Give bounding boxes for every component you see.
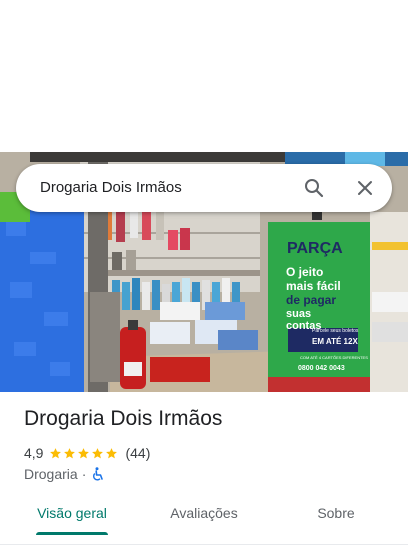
search-input[interactable]: Drogaria Dois Irmãos — [40, 164, 182, 212]
star-icon — [64, 447, 76, 458]
banner-installments-badge: EM ATÉ 12X — [312, 337, 358, 346]
banner-line-1: O jeito — [286, 265, 323, 279]
place-title: Drogaria Dois Irmãos — [24, 407, 223, 430]
star-icon — [92, 447, 104, 458]
banner-line-4: suas — [286, 308, 311, 320]
review-count[interactable]: (44) — [125, 445, 150, 461]
wheelchair-icon — [91, 467, 105, 481]
rating-row[interactable]: 4,9 (44) — [24, 444, 150, 462]
star-icon — [78, 447, 90, 458]
rating-value: 4,9 — [24, 445, 44, 461]
tab-bar: Visão geral Avaliações Sobre — [0, 492, 408, 545]
close-icon[interactable] — [353, 176, 377, 200]
tab-reviews[interactable]: Avaliações — [154, 492, 254, 540]
banner-line-3: de pagar — [286, 293, 336, 307]
place-category: Drogaria — [24, 466, 78, 482]
banner-brand: PARÇA — [287, 240, 343, 257]
star-icon — [106, 447, 118, 458]
banner-phone: 0800 042 0043 — [298, 365, 345, 372]
banner-installments-prefix: Parcele seus boletos — [312, 328, 359, 334]
star-icon — [50, 447, 62, 458]
blank-top-area — [0, 0, 408, 152]
star-rating — [49, 447, 119, 460]
banner-cards-note: COM ATÉ 4 CARTÕES DIFERENTES — [300, 355, 368, 360]
category-row: Drogaria · — [24, 465, 105, 483]
search-icon[interactable] — [302, 176, 326, 200]
category-separator: · — [81, 466, 87, 482]
active-tab-indicator — [36, 532, 108, 535]
search-bar[interactable]: Drogaria Dois Irmãos — [16, 164, 392, 212]
banner-line-2: mais fácil — [286, 279, 341, 293]
tab-about[interactable]: Sobre — [286, 492, 386, 540]
